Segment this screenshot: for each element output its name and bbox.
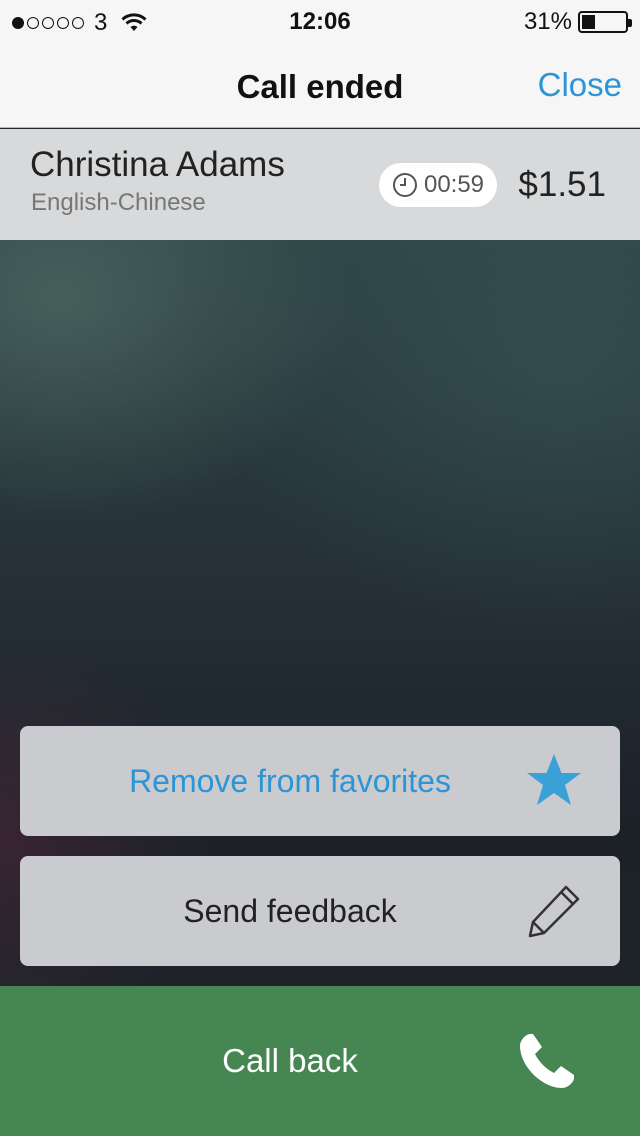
battery-icon [578, 11, 632, 33]
status-bar: 3 12:06 31% [0, 0, 640, 40]
battery-percent: 31% [523, 8, 572, 35]
close-button[interactable]: Close [538, 66, 622, 104]
call-summary: Christina Adams English-Chinese 00:59 $1… [0, 129, 640, 240]
call-duration: 00:59 [423, 171, 485, 198]
language-pair: English-Chinese [31, 189, 206, 216]
duration-badge: 00:59 [379, 163, 497, 207]
caller-name: Christina Adams [30, 145, 285, 184]
clock-icon [392, 173, 417, 197]
battery-indicator: 31% [523, 8, 632, 36]
call-price: $1.51 [518, 165, 606, 204]
send-feedback-label: Send feedback [183, 892, 397, 929]
pencil-icon [528, 885, 580, 938]
remove-favorite-label: Remove from favorites [129, 762, 451, 799]
call-back-label: Call back [222, 1042, 358, 1079]
top-bar: 3 12:06 31% Call ended Close [0, 0, 640, 128]
star-icon [527, 754, 581, 805]
send-feedback-button[interactable]: Send feedback [20, 856, 620, 966]
call-back-button[interactable]: Call back [0, 986, 640, 1136]
phone-icon [520, 1034, 574, 1088]
remove-favorite-button[interactable]: Remove from favorites [20, 726, 620, 836]
